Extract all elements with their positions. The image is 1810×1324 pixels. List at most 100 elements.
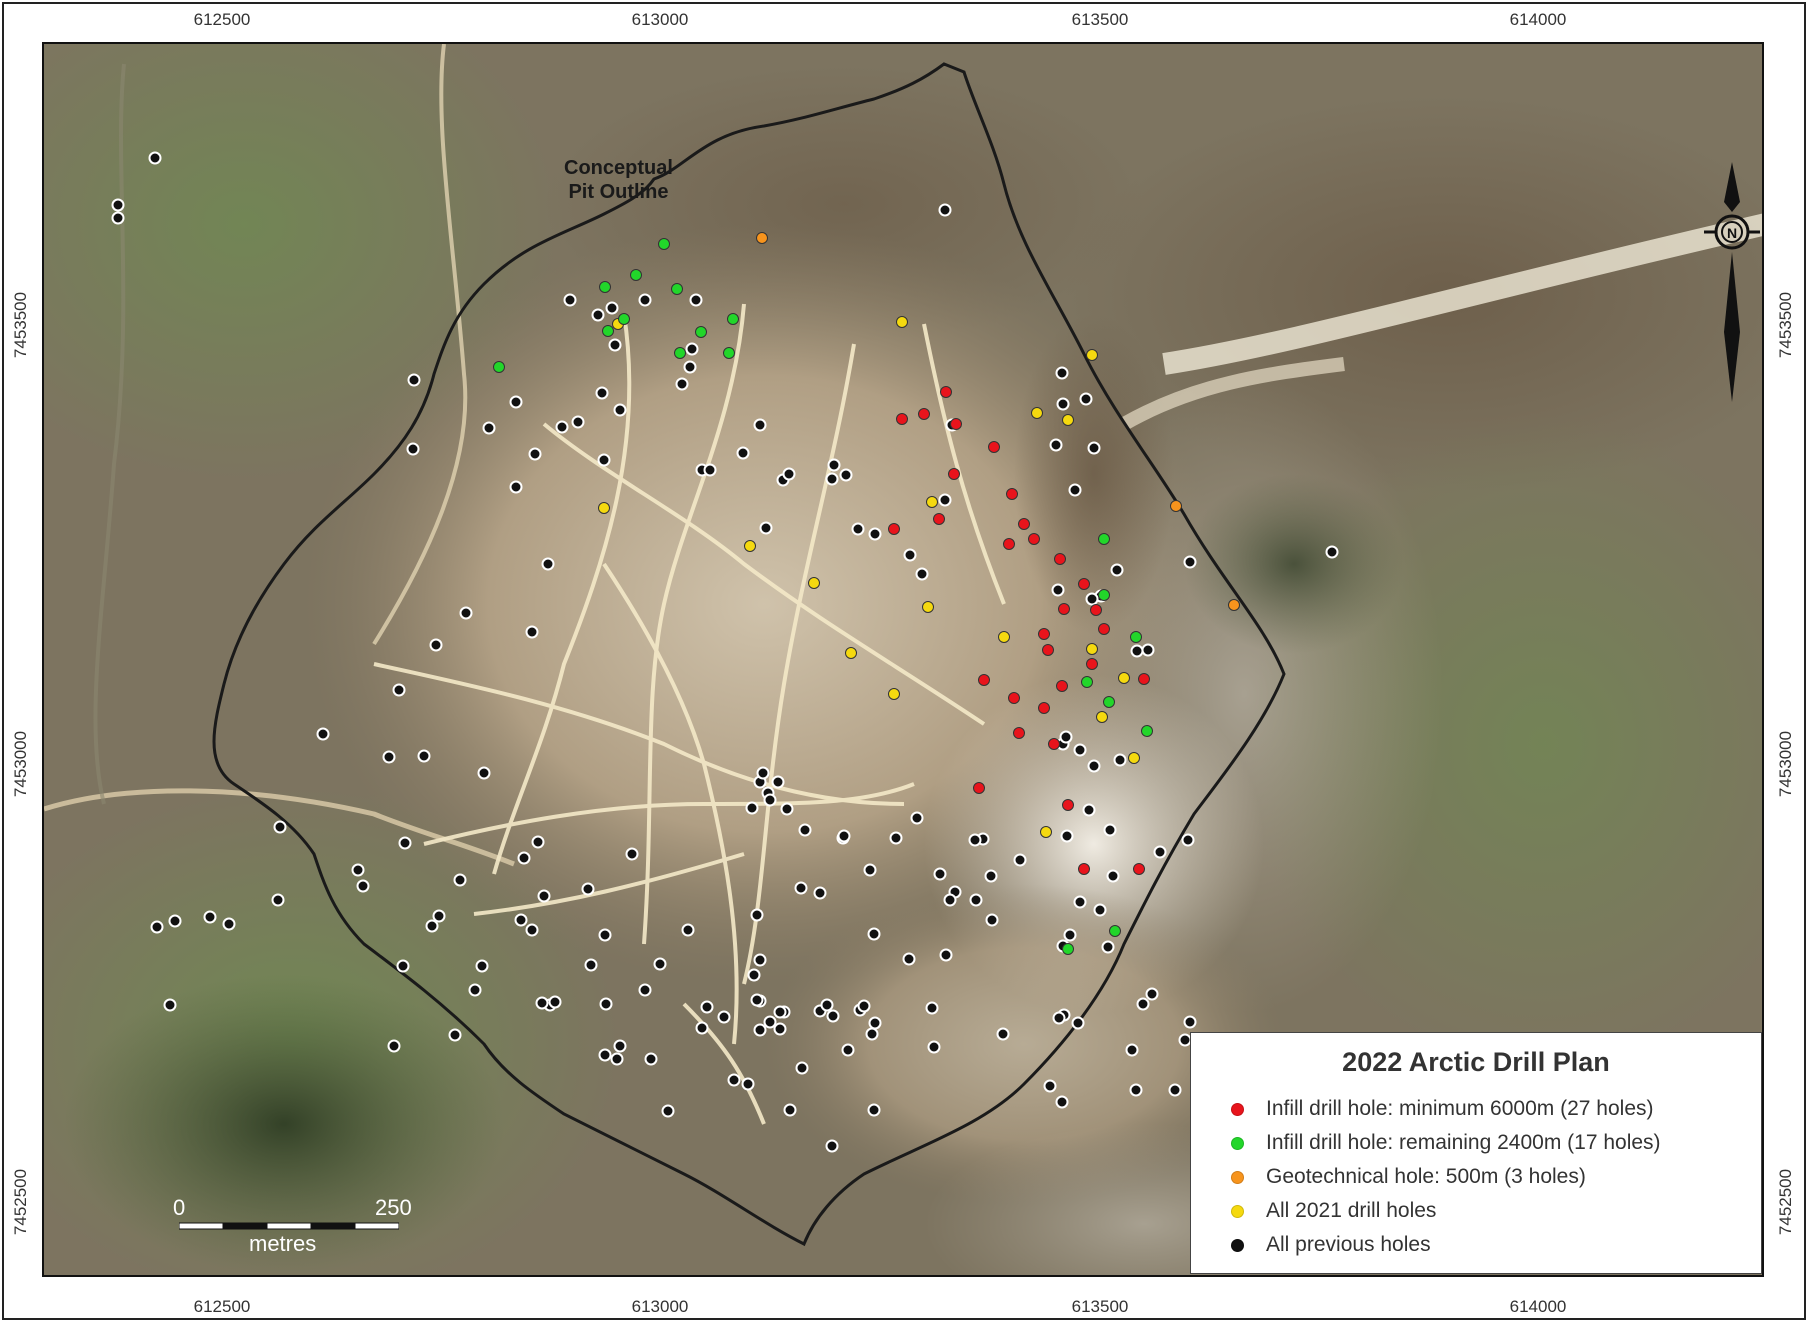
previous-hole-marker bbox=[598, 928, 612, 942]
drill-hole-2021-marker bbox=[1031, 407, 1043, 419]
previous-hole-marker bbox=[1087, 759, 1101, 773]
previous-hole-marker bbox=[685, 342, 699, 356]
previous-hole-marker bbox=[773, 1022, 787, 1036]
previous-hole-marker bbox=[826, 1009, 840, 1023]
infill-6000-hole-marker bbox=[1056, 680, 1068, 692]
infill-6000-hole-marker bbox=[896, 413, 908, 425]
x-tick-top-3: 613500 bbox=[1071, 10, 1129, 29]
previous-hole-marker bbox=[675, 377, 689, 391]
infill-6000-hole-marker bbox=[1054, 553, 1066, 565]
previous-hole-marker bbox=[1059, 730, 1073, 744]
infill-6000-hole-marker bbox=[1018, 518, 1030, 530]
previous-hole-marker bbox=[1055, 1095, 1069, 1109]
infill-2400-hole-marker bbox=[1081, 676, 1093, 688]
infill-6000-hole-marker bbox=[1006, 488, 1018, 500]
previous-hole-marker bbox=[653, 957, 667, 971]
previous-hole-marker bbox=[1082, 803, 1096, 817]
previous-hole-marker bbox=[638, 983, 652, 997]
previous-hole-marker bbox=[1079, 392, 1093, 406]
infill-6000-hole-marker bbox=[918, 408, 930, 420]
infill-6000-hole-marker bbox=[933, 513, 945, 525]
previous-hole-marker bbox=[889, 831, 903, 845]
previous-hole-marker bbox=[425, 919, 439, 933]
infill-6000-hole-marker bbox=[948, 468, 960, 480]
y-tick-right-2: 7453000 bbox=[1776, 730, 1795, 798]
previous-hole-marker bbox=[273, 820, 287, 834]
previous-hole-marker bbox=[1141, 643, 1155, 657]
previous-hole-marker bbox=[613, 1039, 627, 1053]
infill-6000-hole-marker bbox=[1038, 628, 1050, 640]
previous-hole-marker bbox=[597, 453, 611, 467]
previous-hole-marker bbox=[703, 463, 717, 477]
previous-hole-marker bbox=[933, 867, 947, 881]
infill-2400-hole-marker bbox=[1103, 696, 1115, 708]
previous-hole-marker bbox=[563, 293, 577, 307]
previous-hole-marker bbox=[1093, 903, 1107, 917]
drill-hole-2021-marker bbox=[1086, 349, 1098, 361]
green-dot-icon bbox=[1231, 1136, 1244, 1150]
infill-6000-hole-marker bbox=[1138, 673, 1150, 685]
previous-hole-marker bbox=[555, 420, 569, 434]
previous-hole-marker bbox=[1125, 1043, 1139, 1057]
previous-hole-marker bbox=[1043, 1079, 1057, 1093]
infill-6000-hole-marker bbox=[1048, 738, 1060, 750]
previous-hole-marker bbox=[613, 403, 627, 417]
previous-hole-marker bbox=[581, 882, 595, 896]
previous-hole-marker bbox=[591, 308, 605, 322]
legend-label-infill-2400: Infill drill hole: remaining 2400m (17 h… bbox=[1266, 1131, 1661, 1154]
previous-hole-marker bbox=[783, 1103, 797, 1117]
previous-hole-marker bbox=[1073, 895, 1087, 909]
infill-6000-hole-marker bbox=[1078, 578, 1090, 590]
previous-hole-marker bbox=[747, 968, 761, 982]
previous-hole-marker bbox=[406, 442, 420, 456]
previous-hole-marker bbox=[865, 1027, 879, 1041]
previous-hole-marker bbox=[969, 893, 983, 907]
previous-hole-marker bbox=[996, 1027, 1010, 1041]
drill-hole-2021-marker bbox=[896, 316, 908, 328]
infill-2400-hole-marker bbox=[1130, 631, 1142, 643]
drill-hole-2021-marker bbox=[922, 601, 934, 613]
previous-hole-marker bbox=[1068, 483, 1082, 497]
infill-6000-hole-marker bbox=[973, 782, 985, 794]
previous-hole-marker bbox=[517, 851, 531, 865]
previous-hole-marker bbox=[475, 959, 489, 973]
previous-hole-marker bbox=[509, 480, 523, 494]
previous-hole-marker bbox=[745, 801, 759, 815]
infill-2400-hole-marker bbox=[674, 347, 686, 359]
previous-hole-marker bbox=[528, 447, 542, 461]
drill-hole-2021-marker bbox=[1062, 414, 1074, 426]
previous-hole-marker bbox=[825, 1139, 839, 1153]
previous-hole-marker bbox=[943, 893, 957, 907]
previous-hole-marker bbox=[605, 301, 619, 315]
previous-hole-marker bbox=[1056, 397, 1070, 411]
drill-hole-2021-marker bbox=[1128, 752, 1140, 764]
previous-hole-marker bbox=[1110, 563, 1124, 577]
x-tick-top-4: 614000 bbox=[1509, 10, 1567, 29]
previous-hole-marker bbox=[863, 863, 877, 877]
previous-hole-marker bbox=[316, 727, 330, 741]
previous-hole-marker bbox=[453, 873, 467, 887]
infill-6000-hole-marker bbox=[1078, 863, 1090, 875]
previous-hole-marker bbox=[794, 881, 808, 895]
previous-hole-marker bbox=[1136, 997, 1150, 1011]
y-tick-left-3: 7452500 bbox=[11, 1168, 30, 1236]
previous-hole-marker bbox=[1101, 940, 1115, 954]
previous-hole-marker bbox=[1129, 1083, 1143, 1097]
previous-hole-marker bbox=[910, 811, 924, 825]
previous-hole-marker bbox=[763, 1015, 777, 1029]
previous-hole-marker bbox=[857, 999, 871, 1013]
map-title: 2022 Arctic Drill Plan bbox=[1342, 1047, 1610, 1077]
previous-hole-marker bbox=[1052, 1011, 1066, 1025]
legend-label-2021-holes: All 2021 drill holes bbox=[1266, 1199, 1437, 1222]
previous-hole-marker bbox=[1113, 753, 1127, 767]
legend-item-previous-holes: All previous holes bbox=[1231, 1233, 1431, 1257]
infill-6000-hole-marker bbox=[1028, 533, 1040, 545]
previous-hole-marker bbox=[736, 446, 750, 460]
previous-hole-marker bbox=[608, 338, 622, 352]
infill-6000-hole-marker bbox=[1133, 863, 1145, 875]
previous-hole-marker bbox=[432, 909, 446, 923]
previous-hole-marker bbox=[985, 913, 999, 927]
previous-hole-marker bbox=[482, 421, 496, 435]
previous-hole-marker bbox=[548, 995, 562, 1009]
previous-hole-marker bbox=[387, 1039, 401, 1053]
